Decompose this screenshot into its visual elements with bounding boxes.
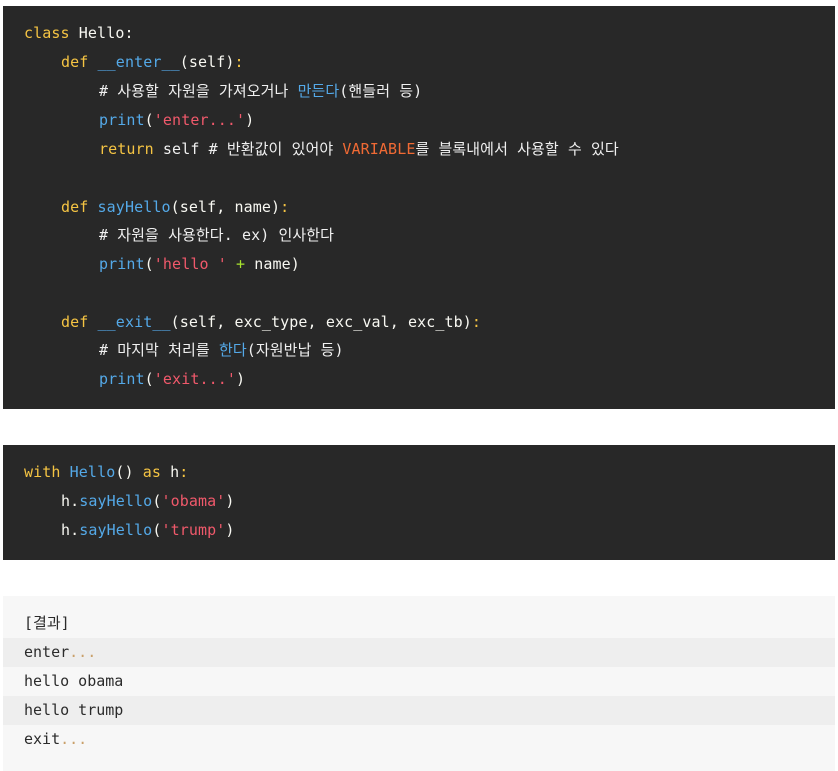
- object: h.: [61, 521, 80, 539]
- object: h.: [61, 492, 80, 510]
- code-line: class Hello:: [3, 19, 838, 48]
- output-text: hello obama: [24, 672, 124, 690]
- output-line: hello trump: [3, 696, 835, 725]
- class-call: Hello: [69, 463, 116, 481]
- code-text: self # 반환값이 있어야: [153, 140, 343, 158]
- code-line: h.sayHello('obama'): [3, 487, 838, 516]
- output-text: exit: [24, 730, 61, 748]
- code-line: with Hello() as h:: [3, 458, 838, 487]
- function-call: print: [99, 255, 145, 273]
- method-call: sayHello: [79, 492, 153, 510]
- output-line: exit...: [3, 725, 835, 754]
- comment-highlight: 만든다: [297, 82, 340, 100]
- output-text: hello trump: [24, 701, 124, 719]
- output-header: [결과]: [24, 614, 70, 632]
- code-line: print('enter...'): [3, 106, 838, 135]
- colon: :: [179, 463, 189, 481]
- keyword: def: [61, 198, 89, 216]
- colon: :: [234, 53, 244, 71]
- keyword: class: [24, 24, 70, 42]
- code-line: print('hello ' + name): [3, 250, 838, 279]
- code-comment-line: # 사용할 자원을 가져오거나 만든다(핸들러 등): [3, 77, 838, 106]
- keyword: as: [142, 463, 161, 481]
- function-call: print: [99, 111, 145, 129]
- variable: h: [170, 463, 180, 481]
- params: (self, exc_type, exc_val, exc_tb): [170, 313, 472, 331]
- code-line: def __enter__(self):: [3, 48, 838, 77]
- class-name: Hello:: [78, 24, 134, 42]
- method-call: sayHello: [79, 521, 153, 539]
- paren: (: [144, 255, 154, 273]
- code-comment-line: # 마지막 처리를 한다(자원반납 등): [3, 336, 838, 365]
- paren: ): [225, 521, 235, 539]
- comment: # 사용할 자원을 가져오거나: [99, 82, 298, 100]
- comment-highlight: 한다: [218, 341, 247, 359]
- paren: ): [245, 111, 255, 129]
- code-line: h.sayHello('trump'): [3, 516, 838, 545]
- function-name: sayHello: [97, 198, 171, 216]
- comment: 를 블록내에서 사용할 수 있다: [415, 140, 619, 158]
- string-literal: 'enter...': [153, 111, 246, 129]
- string-literal: 'trump': [161, 521, 226, 539]
- params: (self): [179, 53, 235, 71]
- comment: (핸들러 등): [339, 82, 423, 100]
- comment: (자원반납 등): [246, 341, 344, 359]
- code-comment-line: # 자원을 사용한다. ex) 인사한다: [3, 221, 838, 250]
- output-dots: ...: [69, 643, 97, 661]
- code-line: def sayHello(self, name):: [3, 193, 838, 222]
- paren: (: [144, 370, 154, 388]
- code-block-usage: with Hello() as h: h.sayHello('obama') h…: [3, 445, 835, 560]
- paren: (): [115, 463, 134, 481]
- code-text: name): [254, 255, 300, 273]
- keyword: def: [61, 313, 89, 331]
- code-line: return self # 반환값이 있어야 VARIABLE를 블록내에서 사…: [3, 135, 838, 164]
- function-name: __enter__: [97, 53, 180, 71]
- colon: :: [471, 313, 482, 331]
- string-literal: 'obama': [161, 492, 226, 510]
- colon: :: [280, 198, 290, 216]
- output-dots: ...: [60, 730, 88, 748]
- keyword: with: [24, 463, 61, 481]
- string-literal: 'exit...': [153, 370, 236, 388]
- function-call: print: [99, 370, 145, 388]
- paren: (: [144, 111, 154, 129]
- output-block: [결과] enter... hello obama hello trump ex…: [3, 596, 835, 771]
- comment: # 마지막 처리를: [99, 341, 219, 359]
- paren: ): [235, 370, 246, 388]
- comment: # 자원을 사용한다. ex) 인사한다: [99, 226, 335, 244]
- paren: ): [225, 492, 235, 510]
- keyword: return: [99, 140, 154, 158]
- function-name: __exit__: [97, 313, 171, 331]
- code-block-class-definition: class Hello: def __enter__(self): # 사용할 …: [3, 6, 835, 409]
- variable-highlight: VARIABLE: [342, 140, 416, 158]
- code-line: print('exit...'): [3, 365, 838, 394]
- output-line: enter...: [3, 638, 835, 667]
- output-text: enter: [24, 643, 70, 661]
- params: (self, name): [170, 198, 281, 216]
- code-line: def __exit__(self, exc_type, exc_val, ex…: [3, 308, 838, 337]
- operator: +: [226, 255, 255, 273]
- output-line: hello obama: [3, 667, 835, 696]
- keyword: def: [61, 53, 89, 71]
- string-literal: 'hello ': [153, 255, 227, 273]
